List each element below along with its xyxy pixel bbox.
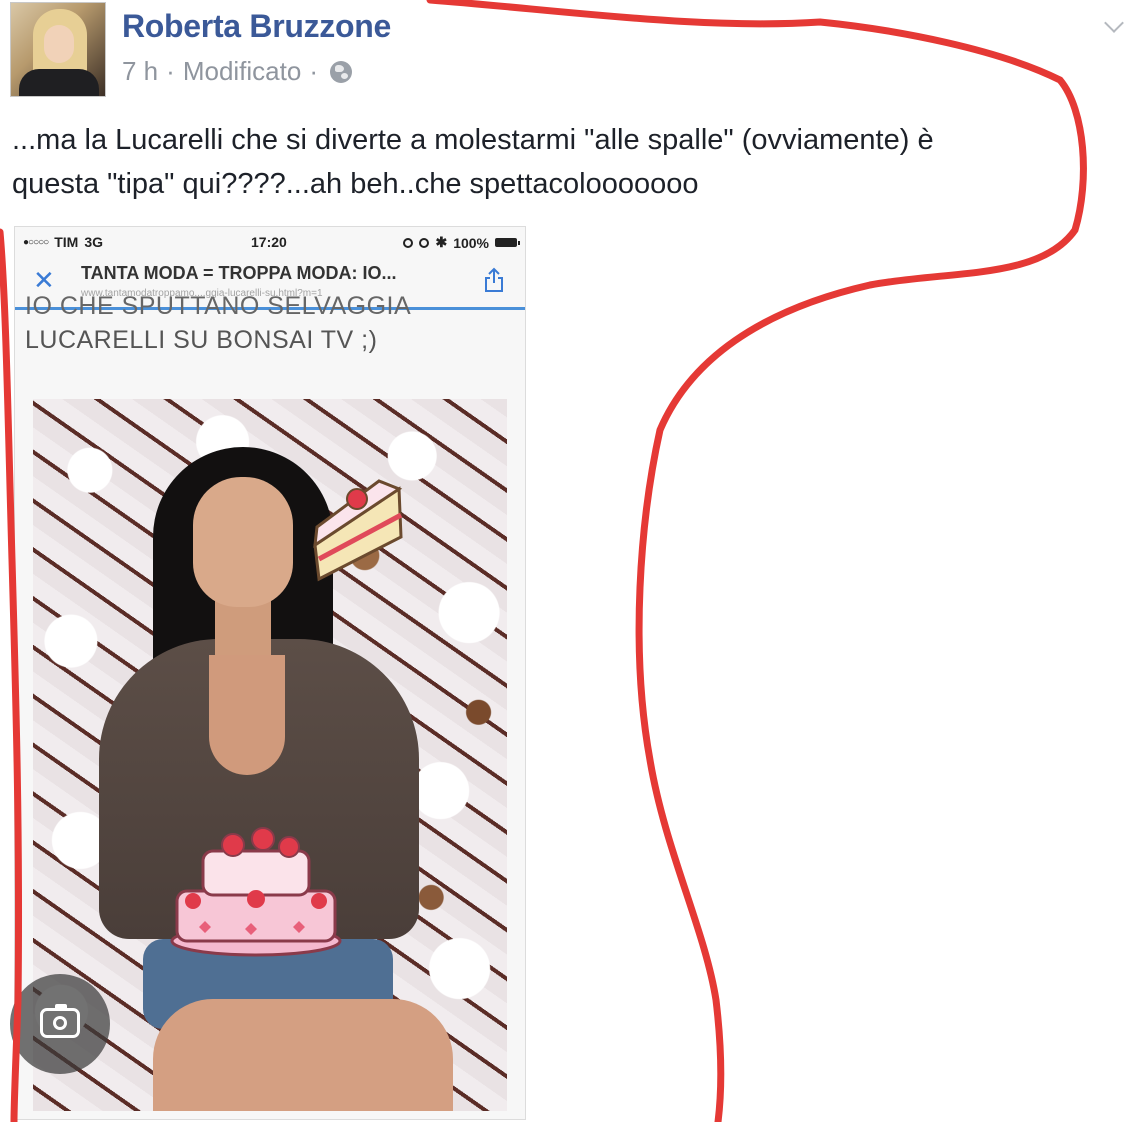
photo-chest (209, 655, 285, 775)
photo-legs (153, 999, 453, 1111)
post-timestamp[interactable]: 7 h (122, 56, 158, 87)
camera-search-icon (40, 1004, 80, 1038)
signal-icon: ●○○○○ (23, 236, 49, 248)
cake-slice-sticker-icon (313, 479, 403, 582)
battery-percent: 100% (453, 234, 489, 251)
avatar-face (44, 25, 74, 63)
facebook-post-screenshot: Roberta Bruzzone 7 h · Modificato · ...m… (0, 0, 1125, 1122)
meta-separator: · (166, 56, 175, 86)
article-heading: IO CHE SPUTTANO SELVAGGIA LUCARELLI SU B… (25, 292, 515, 357)
post-meta: 7 h · Modificato · (122, 56, 352, 87)
alarm-icon (419, 237, 430, 248)
bluetooth-icon: ✱ (435, 234, 448, 250)
author-name-link[interactable]: Roberta Bruzzone (122, 8, 391, 45)
post-body: ...ma la Lucarelli che si diverte a mole… (12, 118, 1092, 206)
post-text-line-1: ...ma la Lucarelli che si diverte a mole… (12, 124, 934, 156)
visual-search-button[interactable] (10, 974, 110, 1074)
article-heading-line-1: IO CHE SPUTTANO SELVAGGIA (25, 292, 412, 320)
photo-face (193, 477, 293, 607)
status-right: ✱ 100% (403, 234, 520, 251)
chevron-down-icon[interactable] (1104, 13, 1124, 33)
article-heading-line-2: LUCARELLI SU BONSAI TV ;) (25, 326, 378, 354)
carrier-name: TIM (54, 234, 79, 250)
globe-icon[interactable] (330, 60, 352, 83)
author-avatar[interactable] (10, 2, 106, 97)
birthday-cake-sticker-icon (170, 827, 342, 957)
carrier-info: ●○○○○ TIM 3G (23, 234, 103, 250)
battery-icon (495, 238, 520, 247)
phone-status-bar: ●○○○○ TIM 3G 17:20 ✱ 100% (15, 227, 525, 255)
network-type: 3G (84, 234, 103, 250)
status-time: 17:20 (251, 234, 287, 250)
post-text-line-2: questa "tipa" qui????...ah beh..che spet… (12, 168, 699, 200)
browser-title: TANTA MODA = TROPPA MODA: IO... (81, 263, 397, 283)
meta-separator-2: · (309, 56, 318, 86)
edited-label[interactable]: Modificato (183, 56, 302, 87)
location-icon (403, 237, 414, 248)
avatar-coat (19, 69, 99, 96)
